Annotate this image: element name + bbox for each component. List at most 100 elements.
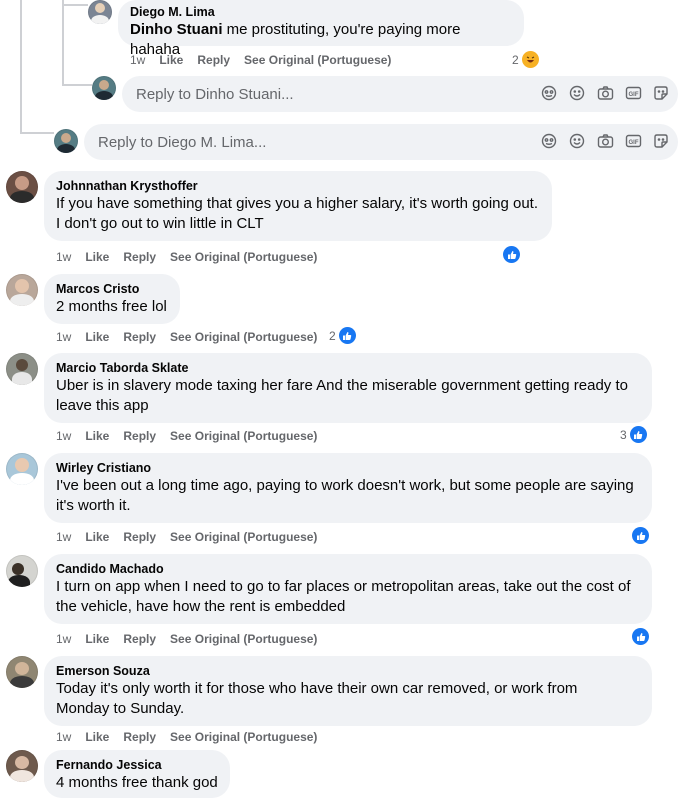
comment-author[interactable]: Fernando Jessica <box>56 757 218 773</box>
current-user-avatar <box>92 76 116 100</box>
reply-input-box[interactable]: GIF <box>84 124 678 160</box>
like-button[interactable]: Like <box>85 428 109 444</box>
avatar[interactable] <box>6 453 38 485</box>
timestamp[interactable]: 1w <box>56 428 71 444</box>
like-button[interactable]: Like <box>159 52 183 68</box>
comment-bubble: Fernando Jessica 4 months free thank god <box>44 750 230 798</box>
like-button[interactable]: Like <box>85 249 109 265</box>
emoji-sticker-icon[interactable] <box>540 132 558 150</box>
thread-line <box>20 0 22 134</box>
like-button[interactable]: Like <box>85 631 109 647</box>
avatar[interactable] <box>6 750 38 782</box>
comment-author[interactable]: Wirley Cristiano <box>56 460 640 476</box>
sticker-icon[interactable] <box>652 84 670 102</box>
reply-button[interactable]: Reply <box>123 428 156 444</box>
reply-button[interactable]: Reply <box>123 249 156 265</box>
timestamp[interactable]: 1w <box>56 729 71 745</box>
smiley-icon[interactable] <box>568 84 586 102</box>
emoji-sticker-icon[interactable] <box>540 84 558 102</box>
like-button[interactable]: Like <box>85 529 109 545</box>
thread-line <box>62 84 92 86</box>
reply-input[interactable] <box>96 132 400 152</box>
camera-icon[interactable] <box>596 132 614 150</box>
comment-text-line: I've been out a long time ago, paying to… <box>56 477 634 494</box>
camera-icon[interactable] <box>596 84 614 102</box>
like-button[interactable]: Like <box>85 729 109 745</box>
thread-line <box>20 132 54 134</box>
gif-icon[interactable]: GIF <box>624 132 642 150</box>
like-reaction-icon <box>629 426 647 443</box>
comment-bubble: Marcio Taborda Sklate Uber is in slavery… <box>44 353 652 423</box>
comment-author[interactable]: Marcos Cristo <box>56 281 168 297</box>
avatar[interactable] <box>6 555 38 587</box>
reaction-count-label: 2 <box>512 52 519 67</box>
reply-button[interactable]: Reply <box>197 52 230 68</box>
comment-bubble: Candido Machado I turn on app when I nee… <box>44 554 652 624</box>
like-reaction-icon <box>632 628 649 645</box>
timestamp[interactable]: 1w <box>56 529 71 545</box>
reply-button[interactable]: Reply <box>123 631 156 647</box>
comment-text-line: I turn on app when I need to go to far p… <box>56 578 631 595</box>
see-original-link[interactable]: See Original (Portuguese) <box>170 631 317 647</box>
avatar[interactable] <box>6 353 38 385</box>
timestamp[interactable]: 1w <box>130 52 145 68</box>
reply-input[interactable] <box>134 84 438 104</box>
comment-actions: 1w Like Reply See Original (Portuguese) <box>56 631 331 647</box>
reaction-count-label: 2 <box>329 328 336 343</box>
avatar[interactable] <box>6 274 38 306</box>
reaction-count[interactable]: 2 <box>512 51 539 68</box>
mention-link[interactable]: Dinho Stuani <box>130 21 223 38</box>
thread-line <box>64 4 88 6</box>
reply-button[interactable]: Reply <box>123 529 156 545</box>
see-original-link[interactable]: See Original (Portuguese) <box>170 428 317 444</box>
like-button[interactable]: Like <box>85 329 109 345</box>
timestamp[interactable]: 1w <box>56 249 71 265</box>
comment-author[interactable]: Marcio Taborda Sklate <box>56 360 640 376</box>
reaction-count[interactable]: 2 <box>329 327 356 344</box>
timestamp[interactable]: 1w <box>56 631 71 647</box>
comment-author[interactable]: Candido Machado <box>56 561 640 577</box>
gif-icon[interactable]: GIF <box>624 84 642 102</box>
comment-text-line: leave this app <box>56 397 149 414</box>
comment-text-line: I don't go out to win little in CLT <box>56 215 264 232</box>
avatar[interactable] <box>6 656 38 688</box>
avatar[interactable] <box>6 171 38 203</box>
comment-author[interactable]: Johnnathan Krysthoffer <box>56 178 540 194</box>
comment-text-line: it's worth it. <box>56 497 131 514</box>
reaction-count[interactable] <box>632 628 649 645</box>
comment-text-line: If you have something that gives you a h… <box>56 195 539 212</box>
see-original-link[interactable]: See Original (Portuguese) <box>170 529 317 545</box>
like-reaction-icon <box>632 527 649 544</box>
reaction-count[interactable] <box>632 527 649 544</box>
reply-button[interactable]: Reply <box>123 329 156 345</box>
see-original-link[interactable]: See Original (Portuguese) <box>170 249 317 265</box>
timestamp[interactable]: 1w <box>56 329 71 345</box>
see-original-link[interactable]: See Original (Portuguese) <box>244 52 391 68</box>
see-original-link[interactable]: See Original (Portuguese) <box>170 329 317 345</box>
reply-button[interactable]: Reply <box>123 729 156 745</box>
comment-actions: 1w Like Reply See Original (Portuguese) <box>56 729 331 745</box>
comment-text-line: Uber is in slavery mode taxing her fare … <box>56 377 628 394</box>
current-user-avatar <box>54 129 78 153</box>
reaction-count[interactable] <box>503 246 520 263</box>
avatar[interactable] <box>88 0 112 24</box>
comment-text-line: 4 months free thank god <box>56 774 218 791</box>
reaction-count[interactable]: 3 <box>620 426 647 443</box>
comment-author[interactable]: Diego M. Lima <box>130 4 512 20</box>
haha-reaction-icon <box>521 51 539 68</box>
composer-tools: GIF <box>540 132 670 150</box>
reaction-count-label: 3 <box>620 427 627 442</box>
like-reaction-icon <box>503 246 520 263</box>
see-original-link[interactable]: See Original (Portuguese) <box>170 729 317 745</box>
thread-line <box>62 0 64 86</box>
sticker-icon[interactable] <box>652 132 670 150</box>
comment-author[interactable]: Emerson Souza <box>56 663 640 679</box>
comment-text-line: 2 months free lol <box>56 298 167 315</box>
reply-input-box[interactable]: GIF <box>122 76 678 112</box>
comment-actions: 1w Like Reply See Original (Portuguese) <box>56 529 331 545</box>
smiley-icon[interactable] <box>568 132 586 150</box>
svg-text:GIF: GIF <box>628 92 638 98</box>
comment-bubble: Wirley Cristiano I've been out a long ti… <box>44 453 652 523</box>
comment-actions: 1w Like Reply See Original (Portuguese) <box>56 428 331 444</box>
comment-text-line: Monday to Sunday. <box>56 700 185 717</box>
